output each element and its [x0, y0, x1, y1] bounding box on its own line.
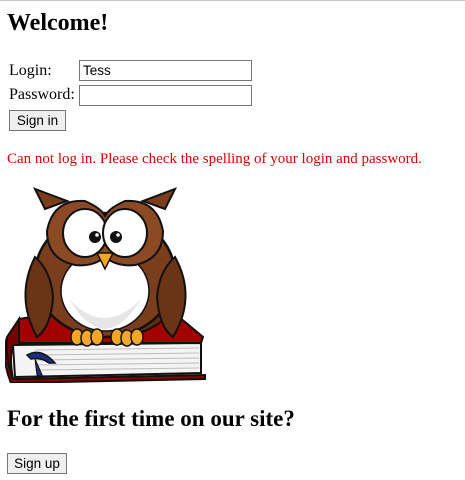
login-label: Login: — [9, 62, 52, 79]
page-title: Welcome! — [7, 10, 109, 36]
error-message: Can not log in. Please check the spellin… — [7, 151, 422, 167]
signup-heading: For the first time on our site? — [7, 406, 295, 431]
page: { "heading": "Welcome!", "login_form": {… — [0, 0, 465, 480]
sign-in-button[interactable]: Sign in — [9, 110, 66, 131]
owl-on-book-illustration — [5, 187, 206, 383]
password-label: Password: — [9, 86, 75, 103]
login-input[interactable] — [79, 60, 252, 81]
sign-up-button[interactable]: Sign up — [7, 453, 67, 474]
password-input[interactable] — [79, 85, 252, 106]
